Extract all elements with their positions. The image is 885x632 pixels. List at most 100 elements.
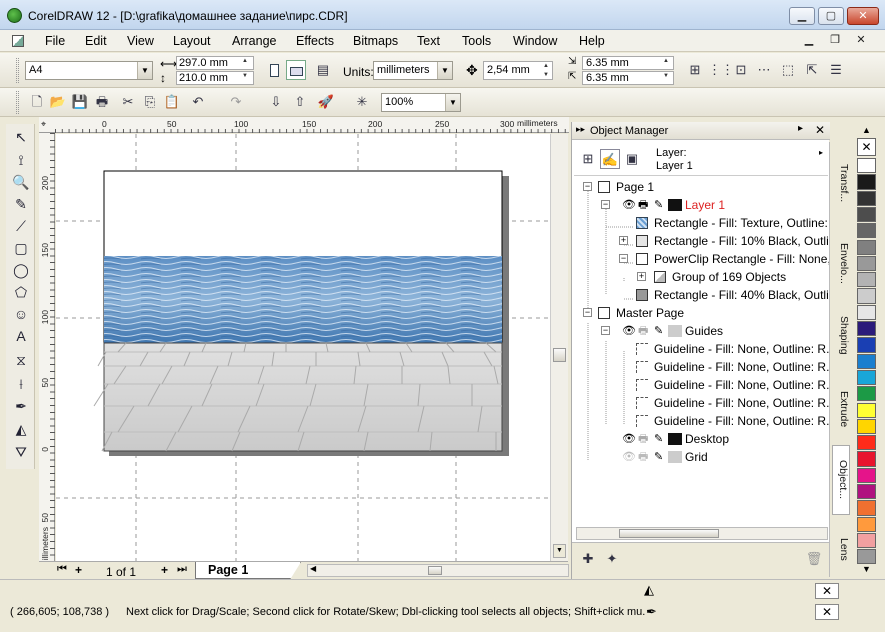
open-icon[interactable]: 📂 (48, 92, 68, 112)
color-swatch[interactable] (857, 321, 876, 337)
ruler-origin-icon[interactable]: ⌖ (41, 119, 46, 130)
menu-arrange[interactable]: Arrange (232, 34, 276, 48)
spin-down-icon[interactable]: ▼ (239, 72, 251, 80)
tree-node-page1[interactable]: − Page 1 (572, 178, 830, 196)
fill-tool-icon[interactable]: ◭ (10, 419, 32, 439)
snap-to-grid-button[interactable]: ⊞ (685, 60, 705, 80)
color-swatch[interactable] (857, 223, 876, 239)
menu-help[interactable]: Help (579, 34, 605, 48)
collapse-icon[interactable]: − (583, 182, 592, 191)
color-swatch[interactable] (857, 353, 876, 369)
pencil-icon[interactable]: ✎ (654, 322, 663, 340)
tree-node-grid[interactable]: 👁 🖶 ✎ Grid (572, 448, 830, 466)
save-icon[interactable]: 💾 (70, 92, 90, 112)
spin-up-icon[interactable]: ▲ (239, 57, 251, 65)
expand-icon[interactable]: + (619, 236, 628, 245)
tree-node-guides[interactable]: − 👁 🖶 ✎ Guides (572, 322, 830, 340)
color-swatch[interactable] (857, 532, 876, 549)
drawing-canvas[interactable] (56, 134, 550, 561)
scroll-down-button[interactable]: ▼ (553, 544, 566, 558)
menu-window[interactable]: Window (513, 34, 557, 48)
toolbar-grip[interactable] (16, 58, 19, 83)
pencil-icon[interactable]: ✎ (654, 196, 663, 214)
tab-page-1[interactable]: Page 1 (195, 562, 301, 579)
rectangle-tool-icon[interactable]: ▢ (10, 238, 32, 258)
landscape-button[interactable] (286, 60, 306, 80)
no-color-swatch[interactable]: ✕ (857, 138, 876, 156)
application-launcher-icon[interactable]: 🚀 (316, 92, 336, 112)
export-icon[interactable]: ⇧ (290, 92, 310, 112)
color-swatch[interactable] (857, 402, 876, 418)
color-swatch[interactable] (857, 467, 876, 483)
tab-object-manager[interactable]: Object... (832, 445, 850, 515)
vertical-ruler[interactable]: 200 150 100 50 0 50 millimeters (39, 133, 55, 568)
menu-tools[interactable]: Tools (462, 34, 491, 48)
collapse-icon[interactable]: − (601, 200, 610, 209)
collapse-icon[interactable]: − (601, 326, 610, 335)
new-icon[interactable]: 🗋 (27, 92, 47, 112)
eye-icon[interactable]: 👁 (622, 430, 636, 448)
docker-expand-icon[interactable]: ▸▸ (576, 124, 585, 135)
fill-none-swatch[interactable]: ✕ (815, 583, 839, 599)
color-swatch[interactable] (857, 304, 876, 320)
units-select[interactable]: millimeters ▼ (373, 61, 453, 80)
color-swatch[interactable] (857, 451, 876, 467)
tree-node-desktop[interactable]: 👁 🖶 ✎ Desktop (572, 430, 830, 448)
scroll-thumb[interactable] (553, 348, 566, 362)
menu-layout[interactable]: Layout (173, 34, 211, 48)
palette-scroll-up-icon[interactable]: ▲ (862, 125, 871, 135)
eye-icon[interactable]: 👁 (622, 196, 636, 214)
layer-manager-view-icon[interactable]: ▣ (622, 149, 642, 169)
menu-edit[interactable]: Edit (85, 34, 107, 48)
color-swatch[interactable] (857, 206, 876, 223)
pick-tool-icon[interactable]: ↖ (10, 127, 32, 147)
maximize-button[interactable]: ▢ (818, 7, 844, 25)
tree-node-rect-40[interactable]: Rectangle - Fill: 40% Black, Outline: ..… (572, 286, 830, 304)
printer-icon[interactable]: 🖶 (638, 322, 648, 340)
paste-icon[interactable]: 📋 (162, 92, 182, 112)
first-page-icon[interactable]: ⏮ (57, 563, 67, 576)
tree-node-group[interactable]: + Group of 169 Objects (572, 268, 830, 286)
eye-icon[interactable]: 👁 (622, 448, 636, 466)
undo-icon[interactable]: ↶ (188, 92, 208, 112)
horizontal-scrollbar[interactable]: ◀ (307, 564, 569, 577)
tab-shaping[interactable]: Shaping (832, 304, 850, 366)
align-options-button[interactable]: ☰ (826, 60, 846, 80)
color-swatch[interactable] (857, 272, 876, 288)
tree-horizontal-scrollbar[interactable] (576, 527, 828, 540)
basic-shapes-tool-icon[interactable]: ☺ (10, 304, 32, 324)
docker-collapse-icon[interactable]: ▸ (798, 123, 803, 134)
color-swatch[interactable] (857, 549, 876, 565)
scroll-thumb[interactable] (428, 566, 442, 575)
printer-icon[interactable]: 🖶 (638, 196, 648, 214)
color-swatch[interactable] (857, 288, 876, 304)
pencil-icon[interactable]: ✎ (654, 430, 663, 448)
tree-node-guideline[interactable]: Guideline - Fill: None, Outline: R... (572, 376, 830, 394)
color-swatch[interactable] (857, 418, 876, 435)
cut-icon[interactable]: ✂ (118, 92, 138, 112)
scroll-left-icon[interactable]: ◀ (310, 564, 316, 573)
color-swatch[interactable] (857, 484, 876, 500)
minimize-button[interactable]: ▁ (789, 7, 815, 25)
tree-node-master-page[interactable]: − Master Page (572, 304, 830, 322)
doc-minimize-button[interactable]: ▁ (800, 33, 818, 48)
outline-tool-icon[interactable]: ✒ (10, 396, 32, 416)
color-swatch[interactable] (857, 435, 876, 451)
vertical-scrollbar[interactable]: ▼ (550, 134, 568, 561)
color-swatch[interactable] (857, 369, 876, 386)
spin-down-icon[interactable]: ▼ (540, 71, 552, 79)
tree-node-rect-10[interactable]: + Rectangle - Fill: 10% Black, Outline: … (572, 232, 830, 250)
printer-icon[interactable]: 🖶 (638, 448, 648, 466)
eyedropper-tool-icon[interactable]: ⟊ (10, 374, 32, 394)
color-swatch[interactable] (857, 386, 876, 402)
add-page-before-icon[interactable]: + (75, 563, 82, 577)
copy-icon[interactable]: ⎘ (140, 92, 160, 112)
paper-size-select[interactable]: A4 ▼ (25, 61, 153, 80)
interactive-blend-tool-icon[interactable]: ⧖ (10, 350, 32, 370)
snap-to-guidelines-button[interactable]: ⋮⋮ (708, 60, 734, 80)
spin-up-icon[interactable]: ▲ (660, 57, 672, 65)
tree-node-powerclip[interactable]: − PowerClip Rectangle - Fill: None, ... (572, 250, 830, 268)
freehand-tool-icon[interactable]: ✎ (10, 194, 32, 214)
add-page-after-icon[interactable]: + (161, 563, 168, 577)
treat-as-filled-button[interactable]: ⬚ (778, 60, 798, 80)
